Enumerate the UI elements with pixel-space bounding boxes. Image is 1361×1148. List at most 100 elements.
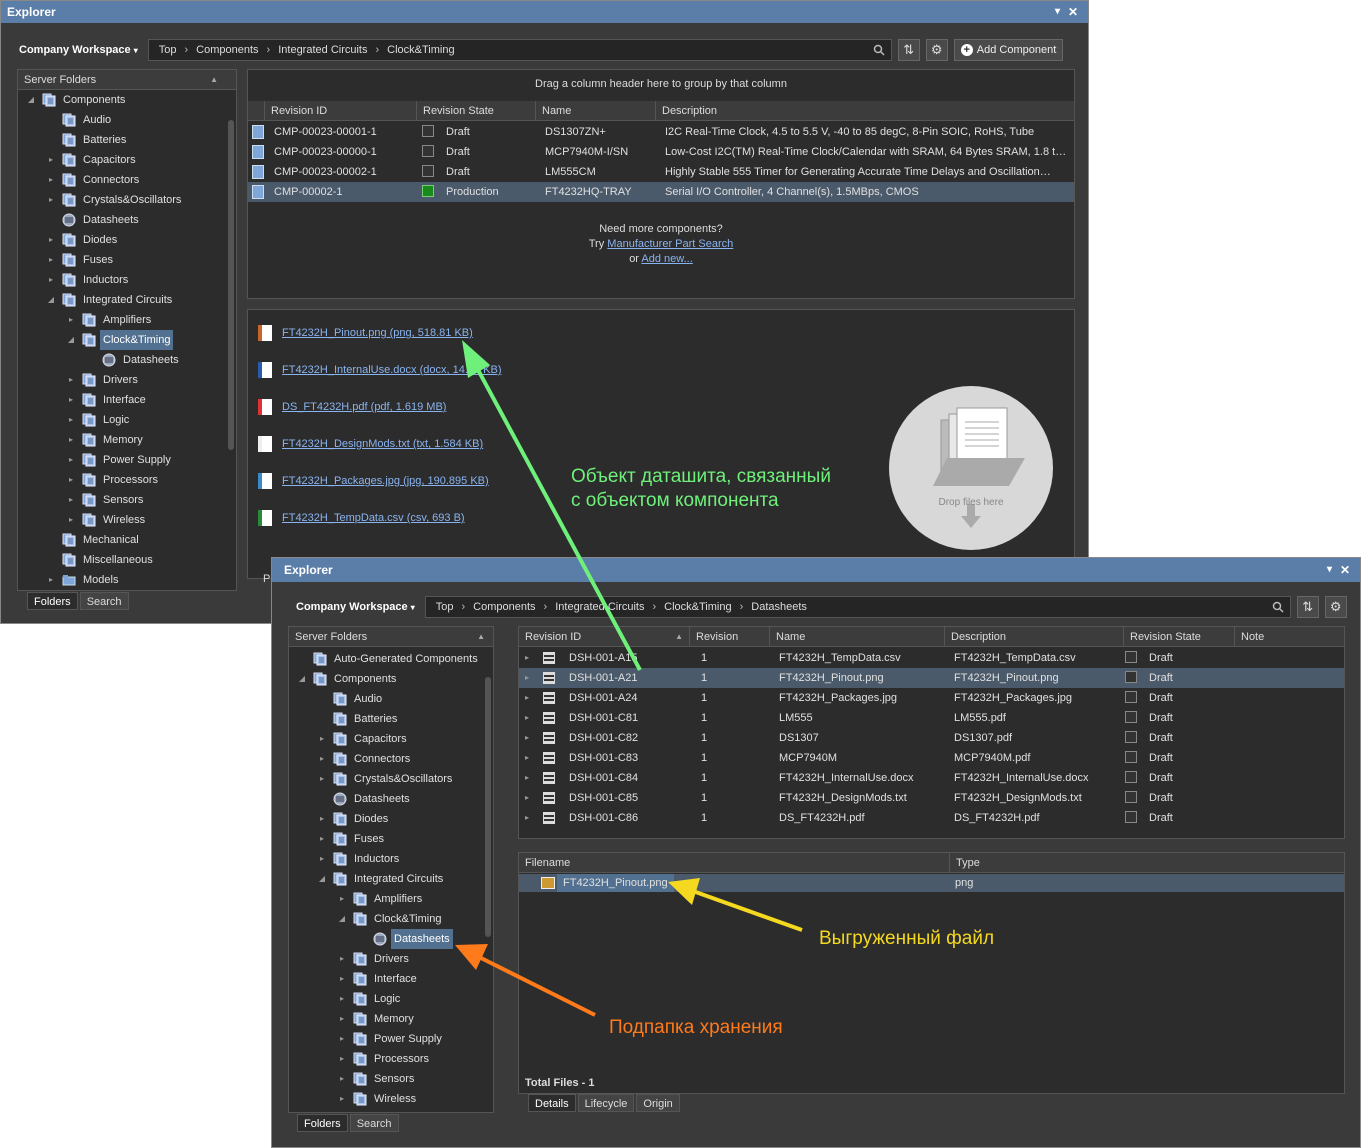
tree-item[interactable]: ▸ Inductors <box>18 270 228 290</box>
pin-menu-icon[interactable]: ▾ <box>1327 558 1332 582</box>
file-link-item[interactable]: FT4232H_DesignMods.txt (txt, 1.584 KB) <box>258 436 483 452</box>
refresh-button[interactable]: ⇅ <box>897 39 920 61</box>
expand-closed-icon[interactable]: ▸ <box>337 889 347 909</box>
search-icon[interactable] <box>1272 601 1284 613</box>
tree-item[interactable]: ▸ Crystals&Oscillators <box>289 769 485 789</box>
tree-item[interactable]: ▸ Drivers <box>18 370 228 390</box>
settings-button[interactable]: ⚙ <box>925 39 948 61</box>
tree-item[interactable]: Datasheets <box>18 210 228 230</box>
server-folders-header[interactable]: Server Folders ▲ <box>289 627 493 647</box>
table-row[interactable]: ▸ DSH-001-C85 1 FT4232H_DesignMods.txt FT423… <box>519 788 1344 808</box>
expand-closed-icon[interactable]: ▸ <box>337 989 347 1009</box>
tree-item[interactable]: ▸ Crystals&Oscillators <box>18 190 228 210</box>
tree-item[interactable]: ▸ Diodes <box>289 809 485 829</box>
tree-item[interactable]: ▸ Processors <box>18 470 228 490</box>
expand-closed-icon[interactable]: ▸ <box>525 728 529 748</box>
tab-origin[interactable]: Origin <box>636 1094 680 1112</box>
tree-item[interactable]: ▸ Capacitors <box>289 729 485 749</box>
tree-item[interactable]: Miscellaneous <box>18 550 228 570</box>
expand-closed-icon[interactable]: ▸ <box>317 829 327 849</box>
tree-item[interactable]: ▸ Diodes <box>18 230 228 250</box>
column-note[interactable]: Note <box>1234 627 1344 647</box>
tree-item[interactable]: ▸ Fuses <box>289 829 485 849</box>
tree-item[interactable]: Datasheets <box>18 350 228 370</box>
expand-closed-icon[interactable]: ▸ <box>46 190 56 210</box>
refresh-button[interactable]: ⇅ <box>1296 596 1319 618</box>
expand-closed-icon[interactable]: ▸ <box>66 430 76 450</box>
column-revision[interactable]: Revision <box>689 627 769 647</box>
tree-scrollbar[interactable] <box>228 120 234 450</box>
tree-item[interactable]: ▸ Sensors <box>18 490 228 510</box>
tree-item[interactable]: ◢ Components <box>18 90 228 110</box>
table-row[interactable]: CMP-00002-1 Production FT4232HQ-TRAY Serial… <box>248 182 1074 202</box>
tab-details[interactable]: Details <box>528 1094 576 1112</box>
expand-closed-icon[interactable]: ▸ <box>337 1009 347 1029</box>
expand-closed-icon[interactable]: ▸ <box>525 788 529 808</box>
tree-item[interactable]: ▸ Logic <box>289 989 485 1009</box>
file-link-item[interactable]: FT4232H_InternalUse.docx (docx, 14.42 KB… <box>258 362 502 378</box>
tab-search[interactable]: Search <box>349 1114 399 1132</box>
tree-item[interactable]: ▸ Drivers <box>289 949 485 969</box>
expand-closed-icon[interactable]: ▸ <box>66 390 76 410</box>
expand-closed-icon[interactable]: ▸ <box>66 310 76 330</box>
tree-item[interactable]: ▸ Inductors <box>289 849 485 869</box>
tree-item[interactable]: ▸ Connectors <box>18 170 228 190</box>
drop-zone[interactable]: Drop files here <box>889 386 1053 550</box>
tree-item[interactable]: ▸ Logic <box>18 410 228 430</box>
breadcrumb-item[interactable]: Clock&Timing <box>381 44 460 56</box>
expand-open-icon[interactable]: ◢ <box>317 869 327 889</box>
column-revision-id[interactable]: Revision ID <box>264 101 416 121</box>
file-link-item[interactable]: DS_FT4232H.pdf (pdf, 1.619 MB) <box>258 399 446 415</box>
tree-item[interactable]: Mechanical <box>18 530 228 550</box>
workspace-selector[interactable]: Company Workspace ▾ <box>15 44 142 56</box>
tree-item[interactable]: ▸ Fuses <box>18 250 228 270</box>
expand-closed-icon[interactable]: ▸ <box>46 150 56 170</box>
add-component-button[interactable]: + Add Component <box>953 39 1064 61</box>
close-icon[interactable]: ✕ <box>1340 558 1350 582</box>
expand-open-icon[interactable]: ◢ <box>337 909 347 929</box>
settings-button[interactable]: ⚙ <box>1324 596 1347 618</box>
file-link[interactable]: FT4232H_InternalUse.docx (docx, 14.42 KB… <box>282 364 502 376</box>
table-row[interactable]: ▸ DSH-001-C84 1 FT4232H_InternalUse.docx FT4… <box>519 768 1344 788</box>
expand-closed-icon[interactable]: ▸ <box>525 688 529 708</box>
tree-item[interactable]: ▸ Sensors <box>289 1069 485 1089</box>
tab-folders[interactable]: Folders <box>297 1114 348 1132</box>
expand-closed-icon[interactable]: ▸ <box>337 969 347 989</box>
table-row[interactable]: ▸ DSH-001-C83 1 MCP7940M MCP7940M.pdf Draft <box>519 748 1344 768</box>
expand-closed-icon[interactable]: ▸ <box>525 808 529 828</box>
column-name[interactable]: Name <box>535 101 655 121</box>
search-icon[interactable] <box>873 44 885 56</box>
expand-closed-icon[interactable]: ▸ <box>46 250 56 270</box>
breadcrumb-item[interactable]: Top <box>430 601 460 613</box>
file-link-item[interactable]: FT4232H_Packages.jpg (jpg, 190.895 KB) <box>258 473 489 489</box>
expand-closed-icon[interactable]: ▸ <box>66 470 76 490</box>
expand-closed-icon[interactable]: ▸ <box>337 1029 347 1049</box>
expand-closed-icon[interactable]: ▸ <box>337 949 347 969</box>
file-link-item[interactable]: FT4232H_Pinout.png (png, 518.81 KB) <box>258 325 473 341</box>
table-row[interactable]: ▸ DSH-001-A21 1 FT4232H_Pinout.png FT4232H_P… <box>519 668 1344 688</box>
tree-item[interactable]: Audio <box>289 689 485 709</box>
table-row[interactable]: CMP-00023-00002-1 Draft LM555CM Highly Stab… <box>248 162 1074 182</box>
table-row[interactable]: CMP-00023-00000-1 Draft MCP7940M-I/SN Low-C… <box>248 142 1074 162</box>
column-type[interactable]: Type <box>949 853 1344 873</box>
expand-closed-icon[interactable]: ▸ <box>66 490 76 510</box>
table-row[interactable]: ▸ DSH-001-C86 1 DS_FT4232H.pdf DS_FT4232H.pd… <box>519 808 1344 828</box>
column-description[interactable]: Description <box>655 101 1074 121</box>
tree-item[interactable]: ▸ Wireless <box>18 510 228 530</box>
table-row[interactable]: ▸ DSH-001-C81 1 LM555 LM555.pdf Draft <box>519 708 1344 728</box>
expand-closed-icon[interactable]: ▸ <box>66 510 76 530</box>
expand-open-icon[interactable]: ◢ <box>26 90 36 110</box>
tree-item[interactable]: Auto-Generated Components <box>289 649 485 669</box>
tree-item[interactable]: ▸ Power Supply <box>18 450 228 470</box>
tree-item[interactable]: Batteries <box>289 709 485 729</box>
expand-closed-icon[interactable]: ▸ <box>337 1069 347 1089</box>
tree-item[interactable]: ▸ Amplifiers <box>18 310 228 330</box>
tree-item[interactable]: ▸ Connectors <box>289 749 485 769</box>
breadcrumb-item[interactable]: Integrated Circuits <box>549 601 650 613</box>
manufacturer-part-search-link[interactable]: Manufacturer Part Search <box>607 238 733 250</box>
file-row[interactable]: FT4232H_Pinout.png png <box>519 874 1344 892</box>
tree-item[interactable]: ◢ Components <box>289 669 485 689</box>
file-link[interactable]: FT4232H_TempData.csv (csv, 693 B) <box>282 512 465 524</box>
file-link[interactable]: FT4232H_Packages.jpg (jpg, 190.895 KB) <box>282 475 489 487</box>
workspace-selector[interactable]: Company Workspace ▾ <box>292 601 419 613</box>
